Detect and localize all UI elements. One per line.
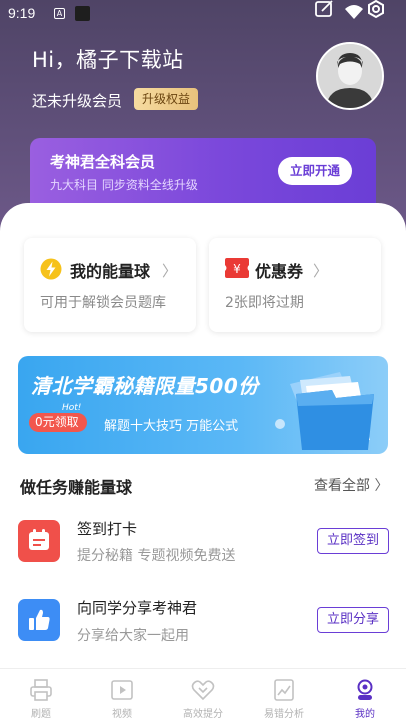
coupon-title: 优惠券 [255, 262, 304, 281]
share-task-desc: 分享给大家一起用 [77, 628, 189, 644]
energy-ball-desc: 可用于解锁会员题库 [40, 295, 166, 311]
banner-title: 清北学霸秘籍限量500份 [31, 374, 259, 398]
checkin-task-desc: 提分秘籍 专题视频免费送 [77, 548, 236, 564]
tab-video[interactable]: 视频 [82, 669, 162, 723]
tab-score-boost-label: 高效提分 [183, 709, 223, 720]
thumbs-up-icon [18, 599, 60, 641]
notification-square-icon [75, 6, 90, 21]
svg-text:¥: ¥ [233, 262, 241, 276]
chevron-right-icon: 〉 [313, 262, 329, 280]
vip-title: 考神君全科会员 [50, 153, 156, 171]
coupon-icon: ¥ [225, 258, 249, 278]
tab-video-label: 视频 [112, 709, 132, 720]
tab-practice[interactable]: 刷题 [1, 669, 81, 723]
share-task-name: 向同学分享考神君 [77, 599, 198, 617]
profile-icon [357, 679, 373, 700]
coupon-desc: 2张即将过期 [225, 295, 304, 311]
status-time: 9:19 [8, 5, 36, 21]
user-silhouette-icon [318, 44, 382, 108]
video-icon [111, 680, 133, 700]
energy-ball-card[interactable]: 我的能量球 〉 可用于解锁会员题库 [24, 238, 196, 332]
member-status: 还未升级会员 [32, 92, 123, 110]
tab-practice-label: 刷题 [31, 709, 51, 720]
free-claim-pill[interactable]: 0元领取 [29, 413, 87, 432]
analysis-icon [274, 679, 294, 701]
tab-error-analysis[interactable]: 易错分析 [244, 669, 324, 723]
upgrade-benefits-badge[interactable]: 升级权益 [134, 88, 199, 110]
see-all-label: 查看全部 [314, 478, 370, 494]
hot-label: Hot! [62, 403, 82, 413]
avatar[interactable] [316, 42, 384, 110]
edit-icon[interactable] [314, 0, 336, 18]
checkin-calendar-icon [18, 520, 60, 562]
status-bar: 9:19 A [0, 0, 406, 30]
checkin-now-button[interactable]: 立即签到 [317, 528, 389, 554]
folder-illustration-icon [275, 372, 374, 450]
chevron-right-icon: 〉 [374, 478, 389, 494]
tab-mine[interactable]: 我的 [325, 669, 405, 723]
tab-mine-label: 我的 [355, 709, 375, 720]
tasks-section-title: 做任务赚能量球 [20, 478, 133, 497]
vip-subtitle: 九大科目 同步资料全线升级 [50, 178, 198, 192]
see-all-link[interactable]: 查看全部 〉 [314, 475, 388, 495]
wifi-icon [345, 5, 363, 19]
activate-now-button[interactable]: 立即开通 [278, 157, 352, 185]
energy-ball-title: 我的能量球 [70, 262, 151, 281]
share-now-button[interactable]: 立即分享 [317, 607, 389, 633]
printer-icon [30, 679, 52, 701]
tab-error-analysis-label: 易错分析 [264, 709, 304, 720]
settings-icon[interactable] [364, 0, 388, 20]
promo-banner[interactable]: 清北学霸秘籍限量500份 Hot! 0元领取 解题十大技巧 万能公式 [18, 356, 388, 454]
greeting-text: Hi，橘子下载站 [32, 48, 184, 72]
banner-subtitle: 解题十大技巧 万能公式 [104, 419, 239, 434]
notification-a-icon: A [54, 8, 65, 19]
chevron-right-icon: 〉 [162, 262, 178, 280]
heart-chevron-icon [191, 680, 215, 701]
checkin-task-name: 签到打卡 [77, 520, 138, 538]
bottom-tab-bar: 刷题 视频 高效提分 易错分析 我的 [0, 668, 406, 723]
tab-score-boost[interactable]: 高效提分 [163, 669, 243, 723]
coupon-card[interactable]: ¥ 优惠券 〉 2张即将过期 [209, 238, 381, 332]
lightning-icon [40, 258, 62, 280]
